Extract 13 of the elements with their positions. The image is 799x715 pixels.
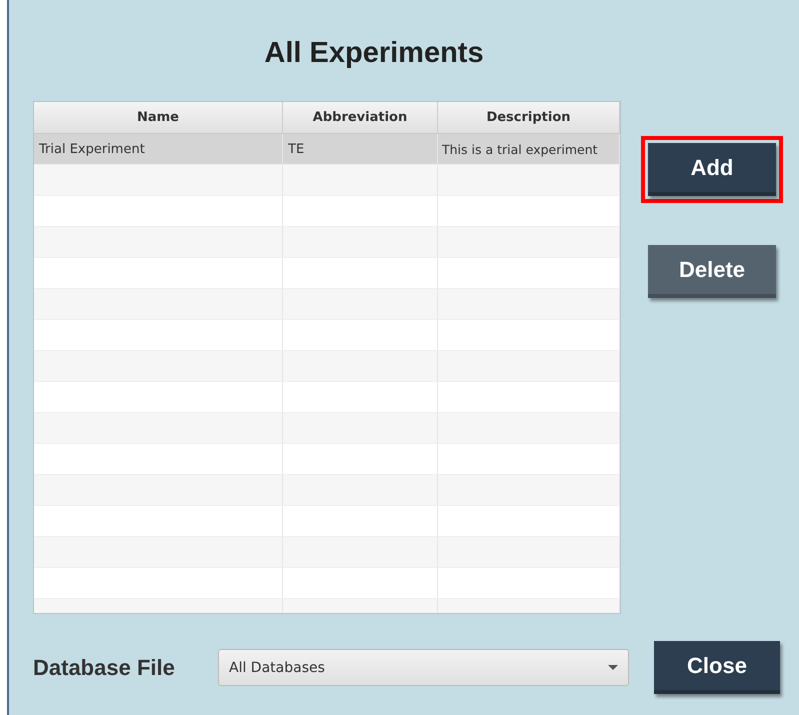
close-button[interactable]: Close — [654, 641, 780, 694]
table-row[interactable]: Trial Experiment TE This is a trial experiment — [34, 134, 620, 165]
table-cell: TE — [283, 134, 438, 164]
action-button[interactable]: Add — [648, 143, 776, 196]
database-file-label: Database File — [33, 654, 176, 680]
column-header[interactable]: Abbreviation — [283, 102, 438, 133]
database-dropdown[interactable]: All Databases — [218, 649, 629, 686]
column-header[interactable]: Name — [34, 102, 283, 133]
column-header[interactable]: Description — [438, 102, 620, 133]
dropdown-caret-icon — [608, 664, 618, 670]
table-cell: Trial Experiment — [34, 134, 283, 164]
dialog-title: All Experiments — [263, 36, 485, 70]
table-cell: This is a trial experiment — [438, 134, 620, 164]
